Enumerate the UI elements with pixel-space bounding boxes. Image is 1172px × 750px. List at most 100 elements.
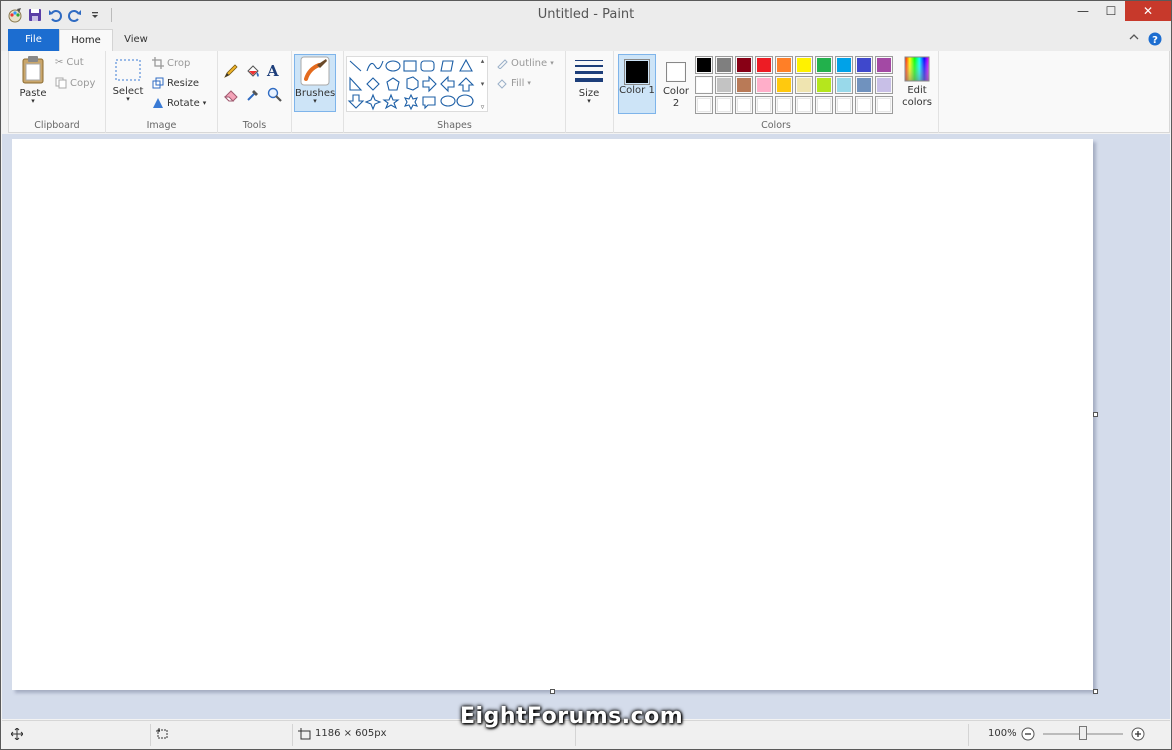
- color1-label: Color 1: [619, 85, 655, 96]
- outline-icon: [497, 59, 508, 69]
- eraser-icon[interactable]: [223, 87, 239, 103]
- select-button[interactable]: Select ▾: [110, 57, 146, 113]
- hexagon-shape-icon: [406, 76, 419, 91]
- paste-button[interactable]: Paste ▾: [15, 55, 51, 113]
- palette-swatch[interactable]: [755, 56, 773, 74]
- image-group: Select ▾ Crop Resize Rotate ▾ Image: [106, 51, 218, 133]
- line-shape-icon: [349, 60, 362, 72]
- select-icon: [115, 59, 141, 81]
- palette-swatch[interactable]: [755, 76, 773, 94]
- pentagon-shape-icon: [386, 77, 400, 91]
- size-button[interactable]: Size ▾: [570, 57, 608, 113]
- window-controls: — ☐ ✕: [1069, 1, 1171, 21]
- status-divider-2: [292, 724, 293, 746]
- zoom-slider-thumb[interactable]: [1079, 726, 1087, 740]
- palette-swatch[interactable]: [795, 76, 813, 94]
- scroll-up-icon[interactable]: ▴: [478, 57, 487, 65]
- color-picker-icon[interactable]: [245, 87, 261, 103]
- palette-swatch[interactable]: [875, 76, 893, 94]
- outline-button[interactable]: Outline ▾: [496, 57, 554, 69]
- down-arrow-shape-icon: [347, 94, 365, 109]
- pencil-icon[interactable]: [223, 63, 239, 79]
- resize-button[interactable]: Resize: [152, 77, 199, 89]
- color1-button[interactable]: Color 1: [618, 54, 656, 114]
- gallery-expand-icon[interactable]: ▿: [478, 103, 487, 111]
- outline-dropdown-icon: ▾: [550, 59, 554, 67]
- palette-swatch[interactable]: [695, 96, 713, 114]
- palette-swatch[interactable]: [875, 56, 893, 74]
- text-tool-icon[interactable]: A: [267, 62, 283, 80]
- edit-colors-button[interactable]: Edit colors: [900, 55, 934, 115]
- help-icon[interactable]: ?: [1148, 32, 1162, 49]
- palette-swatch[interactable]: [795, 96, 813, 114]
- scroll-down-icon[interactable]: ▾: [478, 80, 487, 88]
- image-group-label: Image: [146, 120, 177, 131]
- paste-icon: [22, 56, 44, 84]
- palette-swatch[interactable]: [715, 56, 733, 74]
- up-arrow-shape-icon: [457, 77, 475, 92]
- magnifier-icon[interactable]: [267, 87, 283, 103]
- rotate-button[interactable]: Rotate ▾: [152, 97, 206, 109]
- brushes-button[interactable]: Brushes ▾: [294, 54, 336, 112]
- palette-swatch[interactable]: [815, 96, 833, 114]
- maximize-button[interactable]: ☐: [1097, 1, 1125, 21]
- brushes-group: Brushes ▾: [292, 51, 344, 133]
- image-size-icon: [298, 728, 311, 743]
- resize-handle-bottom[interactable]: [550, 689, 555, 694]
- crop-label: Crop: [167, 57, 191, 69]
- image-size-text: 1186 × 605px: [315, 728, 387, 739]
- curve-shape-icon: [366, 60, 384, 72]
- palette-swatch[interactable]: [875, 96, 893, 114]
- fill-button[interactable]: Fill ▾: [496, 77, 531, 89]
- size-dropdown-icon: ▾: [587, 97, 591, 105]
- palette-swatch[interactable]: [715, 96, 733, 114]
- resize-handle-right[interactable]: [1093, 412, 1098, 417]
- color2-button[interactable]: Color 2: [660, 54, 692, 114]
- palette-swatch[interactable]: [775, 96, 793, 114]
- zoom-in-button[interactable]: [1131, 727, 1145, 744]
- palette-swatch[interactable]: [855, 76, 873, 94]
- palette-swatch[interactable]: [735, 96, 753, 114]
- clipboard-group-label: Clipboard: [34, 120, 80, 131]
- palette-swatch[interactable]: [695, 56, 713, 74]
- rotate-dropdown-icon: ▾: [202, 99, 207, 107]
- close-button[interactable]: ✕: [1125, 1, 1171, 21]
- fill-bucket-icon[interactable]: [245, 63, 261, 79]
- shapes-gallery-icons: [347, 58, 475, 111]
- drawing-canvas[interactable]: [12, 139, 1093, 690]
- shape-fill-icon: [497, 79, 507, 89]
- collapse-ribbon-icon[interactable]: [1129, 32, 1139, 45]
- resize-handle-corner[interactable]: [1093, 689, 1098, 694]
- shapes-scroll[interactable]: ▴ ▾ ▿: [478, 57, 487, 111]
- tab-view[interactable]: View: [113, 29, 159, 51]
- palette-swatch[interactable]: [775, 56, 793, 74]
- palette-swatch[interactable]: [735, 56, 753, 74]
- palette-swatch[interactable]: [835, 56, 853, 74]
- tab-home[interactable]: Home: [59, 29, 113, 51]
- palette-swatch[interactable]: [815, 76, 833, 94]
- copy-button[interactable]: Copy: [55, 77, 95, 89]
- palette-swatch[interactable]: [775, 76, 793, 94]
- palette-swatch[interactable]: [835, 76, 853, 94]
- palette-swatch[interactable]: [835, 96, 853, 114]
- palette-swatch[interactable]: [795, 56, 813, 74]
- tab-file[interactable]: File: [8, 29, 59, 51]
- minimize-button[interactable]: —: [1069, 1, 1097, 21]
- rectangle-shape-icon: [403, 60, 417, 72]
- shapes-gallery: [346, 56, 488, 112]
- zoom-in-icon: [1131, 727, 1145, 741]
- palette-swatch[interactable]: [755, 96, 773, 114]
- edit-colors-icon: [904, 56, 930, 82]
- crop-button[interactable]: Crop: [152, 57, 190, 69]
- zoom-out-button[interactable]: [1021, 727, 1035, 744]
- oval-shape-icon: [385, 60, 401, 72]
- palette-swatch[interactable]: [695, 76, 713, 94]
- palette-swatch[interactable]: [735, 76, 753, 94]
- palette-swatch[interactable]: [815, 56, 833, 74]
- rotate-label: Rotate: [167, 97, 200, 109]
- polygon-shape-icon: [440, 60, 454, 72]
- cut-button[interactable]: ✂ Cut: [55, 57, 84, 68]
- palette-swatch[interactable]: [855, 56, 873, 74]
- palette-swatch[interactable]: [715, 76, 733, 94]
- palette-swatch[interactable]: [855, 96, 873, 114]
